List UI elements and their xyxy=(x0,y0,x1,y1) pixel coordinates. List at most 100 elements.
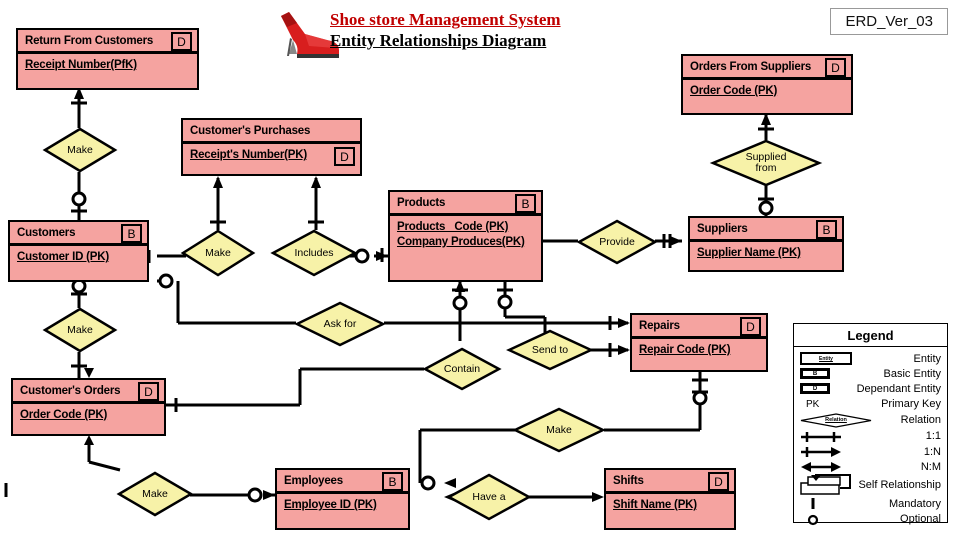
attribute: Company Produces(PK) xyxy=(397,236,525,248)
legend-label: Primary Key xyxy=(881,398,941,411)
entity-box-icon: Entity xyxy=(800,351,852,366)
legend-icon-text: D xyxy=(812,385,818,392)
relationship-contain[interactable]: Contain xyxy=(422,347,502,391)
legend-row-self-relationship: Self Relationship xyxy=(794,474,947,496)
entity-header: Return From Customers D xyxy=(18,30,197,54)
relationship-have-a[interactable]: Have a xyxy=(446,473,532,521)
relationship-make-repairs[interactable]: Make xyxy=(512,407,606,453)
entity-attributes: Employee ID (PK) xyxy=(277,494,408,513)
entity-header: Products B xyxy=(390,192,541,216)
entity-type-badge: B xyxy=(515,194,536,213)
entity-orders-from-suppliers[interactable]: Orders From Suppliers D Order Code (PK) xyxy=(681,54,853,115)
entity-name: Return From Customers xyxy=(25,34,154,47)
entity-name: Shifts xyxy=(613,474,644,487)
legend-row-entity: Entity Entity xyxy=(794,351,947,366)
entity-attributes: Customer ID (PK) xyxy=(10,246,147,265)
entity-return-from-customers[interactable]: Return From Customers D Receipt Number(P… xyxy=(16,28,199,90)
legend-panel: Legend Entity Entity B Basic Entity D De… xyxy=(793,323,948,525)
attribute: Order Code (PK) xyxy=(20,409,108,421)
entity-customers-purchases[interactable]: Customer's Purchases Receipt's Number(PK… xyxy=(181,118,362,176)
attribute: Customer ID (PK) xyxy=(17,251,110,263)
entity-employees[interactable]: Employees B Employee ID (PK) xyxy=(275,468,410,530)
legend-label: 1:1 xyxy=(925,430,941,443)
legend-label: Relation xyxy=(900,414,941,427)
entity-name: Customers xyxy=(17,226,76,239)
entity-header: Suppliers B xyxy=(690,218,842,242)
entity-header: Employees B xyxy=(277,470,408,494)
legend-icon-text: PK xyxy=(806,398,820,410)
entity-header: Orders From Suppliers D xyxy=(683,56,851,80)
entity-customers[interactable]: Customers B Customer ID (PK) xyxy=(8,220,149,282)
legend-row-one-to-many: 1:N xyxy=(794,444,947,459)
title-line-2: Entity Relationships Diagram xyxy=(330,31,547,50)
entity-name: Customer's Orders xyxy=(20,384,121,397)
legend-icon-text: Entity xyxy=(819,355,833,362)
one-to-many-icon xyxy=(800,444,842,459)
relationship-send-to[interactable]: Send to xyxy=(506,329,594,371)
entity-header: Shifts D xyxy=(606,470,734,494)
attribute: Receipt Number(PfK) xyxy=(25,59,137,71)
entity-attributes: Supplier Name (PK) xyxy=(690,242,842,261)
relationship-provide[interactable]: Provide xyxy=(576,219,658,265)
relationship-make-return[interactable]: Make xyxy=(42,127,118,173)
legend-label: Basic Entity xyxy=(883,367,941,380)
entity-name: Repairs xyxy=(639,319,680,332)
self-relationship-icon xyxy=(800,474,856,496)
entity-customers-orders[interactable]: Customer's Orders D Order Code (PK) xyxy=(11,378,166,436)
legend-label: Entity xyxy=(913,352,941,365)
attribute: Shift Name (PK) xyxy=(613,499,697,511)
entity-attributes: Order Code (PK) xyxy=(683,80,851,99)
erd-canvas: Make(left,col) --> Customer's Orders --> xyxy=(0,0,960,540)
entity-attributes: Receipt Number(PfK) xyxy=(18,54,197,73)
legend-row-mandatory: Mandatory xyxy=(794,496,947,511)
legend-row-many-to-many: N:M xyxy=(794,459,947,474)
entity-repairs[interactable]: Repairs D Repair Code (PK) xyxy=(630,313,768,372)
attribute: Repair Code (PK) xyxy=(639,344,731,356)
relationship-make-employees[interactable]: Make xyxy=(116,471,194,517)
legend-label: 1:N xyxy=(923,445,941,458)
legend-icon-text: Relation xyxy=(825,417,847,424)
relationship-make-purchases[interactable]: Make xyxy=(180,229,256,277)
attribute: Order Code (PK) xyxy=(690,85,778,97)
legend-label: Self Relationship xyxy=(858,479,941,492)
entity-name: Products xyxy=(397,196,446,209)
primary-key-icon: PK xyxy=(806,397,819,412)
legend-label: Optional xyxy=(900,513,941,526)
mandatory-bar-icon xyxy=(808,496,818,511)
attribute: Products_ Code (PK) xyxy=(397,221,509,233)
entity-type-badge: D xyxy=(708,472,729,491)
entity-header: Customer's Purchases xyxy=(183,120,360,144)
page-title: Shoe store Management System Entity Rela… xyxy=(330,10,561,51)
title-line-1: Shoe store Management System xyxy=(330,10,561,29)
entity-type-badge: D xyxy=(334,147,355,166)
many-to-many-icon xyxy=(800,459,842,474)
entity-header: Repairs D xyxy=(632,315,766,339)
legend-label: Dependant Entity xyxy=(856,382,941,395)
entity-type-badge: D xyxy=(740,317,761,336)
attribute: Supplier Name (PK) xyxy=(697,247,801,259)
entity-header: Customer's Orders D xyxy=(13,380,164,404)
entity-type-badge: B xyxy=(816,220,837,239)
optional-circle-icon xyxy=(807,512,819,527)
relationship-ask-for[interactable]: Ask for xyxy=(294,301,386,347)
entity-name: Orders From Suppliers xyxy=(690,60,812,73)
entity-suppliers[interactable]: Suppliers B Supplier Name (PK) xyxy=(688,216,844,272)
entity-attributes: Order Code (PK) xyxy=(13,404,164,423)
entity-type-badge: D xyxy=(171,32,192,51)
entity-shifts[interactable]: Shifts D Shift Name (PK) xyxy=(604,468,736,530)
legend-row-optional: Optional xyxy=(794,512,947,527)
entity-attributes: Products_ Code (PK) Company Produces(PK) xyxy=(390,216,541,250)
basic-entity-box-icon: B xyxy=(800,366,830,381)
legend-title: Legend xyxy=(794,324,947,347)
entity-attributes: Shift Name (PK) xyxy=(606,494,734,513)
legend-label: Mandatory xyxy=(889,497,941,510)
relationship-supplied-from[interactable]: Supplied from xyxy=(709,139,823,187)
entity-name: Suppliers xyxy=(697,222,748,235)
entity-header: Customers B xyxy=(10,222,147,246)
attribute: Employee ID (PK) xyxy=(284,499,377,511)
relationship-includes[interactable]: Includes xyxy=(270,229,358,277)
legend-icon-text: B xyxy=(812,370,818,377)
relationship-make-orders[interactable]: Make xyxy=(42,307,118,353)
entity-products[interactable]: Products B Products_ Code (PK) Company P… xyxy=(388,190,543,282)
entity-name: Employees xyxy=(284,474,343,487)
